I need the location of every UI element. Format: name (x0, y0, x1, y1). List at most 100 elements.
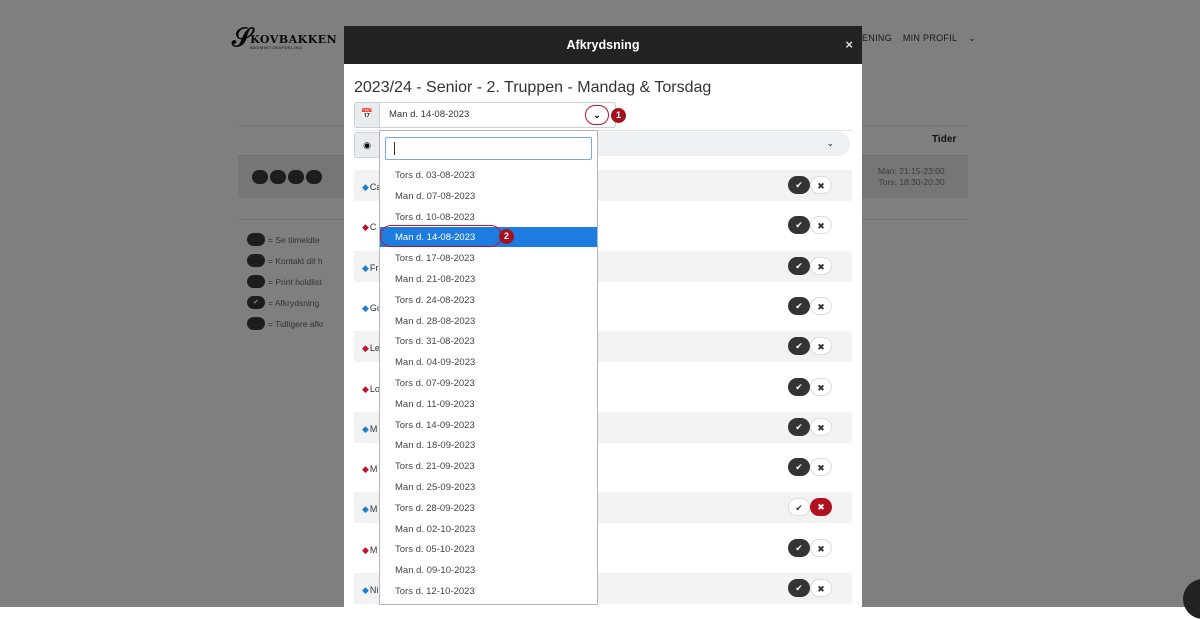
dropdown-option[interactable]: Man d. 28-08-2023 (380, 311, 597, 331)
attendance-toggle: ✔ ✖ (788, 579, 832, 597)
dropdown-option[interactable]: Tors d. 03-08-2023 (380, 165, 597, 185)
dropdown-option-label: Man d. 25-09-2023 (395, 482, 476, 493)
check-icon[interactable]: ✔ (788, 417, 810, 436)
close-icon[interactable]: × (845, 37, 853, 52)
dropdown-option-label: Man d. 04-09-2023 (395, 357, 476, 369)
dropdown-option[interactable]: Man d. 07-08-2023 (380, 186, 597, 206)
x-icon[interactable]: ✖ (810, 216, 832, 235)
check-icon[interactable]: ✔ (788, 256, 810, 275)
check-icon[interactable]: ✔ (788, 579, 810, 597)
dropdown-option[interactable]: Tors d. 07-09-2023 (380, 373, 597, 393)
check-icon[interactable]: ✔ (788, 498, 810, 517)
x-icon[interactable]: ✖ (810, 176, 832, 194)
dropdown-option[interactable]: Man d. 14-08-2023 2 (380, 225, 597, 248)
annotation-highlight (380, 225, 502, 248)
dropdown-option[interactable]: Tors d. 24-08-2023 (380, 290, 597, 310)
check-icon[interactable]: ✔ (788, 176, 810, 194)
dropdown-option[interactable]: Tors d. 21-09-2023 (380, 456, 597, 476)
participant-name-text: Fr (369, 262, 379, 273)
dropdown-option[interactable]: Man d. 02-10-2023 (380, 519, 597, 539)
dropdown-option-label: Tors d. 03-08-2023 (395, 170, 475, 181)
attendance-toggle: ✔ ✖ (788, 498, 832, 517)
dropdown-option-label: Man d. 02-10-2023 (395, 523, 476, 535)
dropdown-option[interactable]: Tors d. 31-08-2023 (380, 331, 597, 351)
participant-name-text: M (369, 464, 378, 475)
participant-name: ◆C (362, 222, 376, 233)
check-icon[interactable]: ✔ (788, 538, 810, 557)
dropdown-option-label: Tors d. 21-09-2023 (395, 461, 475, 473)
female-icon: ◆ (362, 544, 369, 555)
dropdown-option[interactable]: Man d. 09-10-2023 (380, 560, 597, 580)
dropdown-option[interactable]: Tors d. 10-08-2023 (380, 207, 597, 227)
date-select-value: Man d. 14-08-2023 (389, 109, 470, 120)
dropdown-option[interactable]: Man d. 18-09-2023 (380, 435, 597, 455)
dropdown-option-label: Tors d. 17-08-2023 (395, 253, 475, 265)
participant-name-text: Ni (369, 585, 379, 595)
attendance-toggle: ✔ ✖ (788, 337, 832, 356)
team-heading: 2023/24 - Senior - 2. Truppen - Mandag &… (354, 79, 712, 96)
modal-header: Afkrydsning × (344, 26, 862, 64)
dropdown-option[interactable]: Man d. 11-09-2023 (380, 394, 597, 414)
chevron-down-icon[interactable]: ⌄ (585, 105, 609, 125)
dropdown-option-label: Tors d. 05-10-2023 (395, 544, 475, 556)
x-icon[interactable]: ✖ (810, 377, 832, 396)
dropdown-option[interactable]: Tors d. 17-08-2023 (380, 248, 597, 268)
dropdown-option[interactable]: Man d. 04-09-2023 (380, 352, 597, 372)
x-icon[interactable]: ✖ (810, 417, 832, 436)
dropdown-option[interactable]: Tors d. 28-09-2023 (380, 498, 597, 518)
dropdown-option[interactable]: Man d. 25-09-2023 (380, 477, 597, 497)
participant-name: ◆Lo (362, 384, 380, 395)
participant-name: ◆Fr (362, 263, 378, 274)
x-icon[interactable]: ✖ (810, 538, 832, 557)
user-circle-icon: ◉ (354, 132, 380, 158)
x-icon[interactable]: ✖ (810, 256, 832, 275)
attendance-toggle: ✔ ✖ (788, 458, 832, 477)
check-icon[interactable]: ✔ (788, 458, 810, 477)
dropdown-option[interactable]: Tors d. 12-10-2023 (380, 581, 597, 601)
participant-name-text: C (369, 222, 377, 233)
male-icon: ◆ (362, 262, 369, 273)
dropdown-option-label: Man d. 09-10-2023 (395, 565, 476, 577)
male-icon: ◆ (362, 585, 369, 595)
date-select[interactable]: 📅 Man d. 14-08-2023 ⌄ (354, 102, 616, 128)
check-icon[interactable]: ✔ (788, 296, 810, 315)
dropdown-option[interactable]: Tors d. 05-10-2023 (380, 539, 597, 559)
x-icon[interactable]: ✖ (810, 337, 832, 356)
date-dropdown: Tors d. 03-08-2023 Man d. 07-08-2023 Tors … (379, 130, 598, 605)
participant-name: ◆M (362, 545, 377, 556)
male-icon: ◆ (362, 182, 369, 192)
calendar-icon: 📅 (355, 103, 380, 127)
check-icon[interactable]: ✔ (788, 337, 810, 356)
attendance-toggle: ✔ ✖ (788, 256, 832, 275)
participant-name: ◆M (362, 504, 377, 515)
dropdown-option[interactable]: Man d. 21-08-2023 (380, 269, 597, 289)
x-icon[interactable]: ✖ (810, 579, 832, 597)
dropdown-search-input[interactable] (385, 137, 592, 160)
participant-name-text: M (369, 504, 378, 515)
dropdown-option-label: Man d. 07-08-2023 (395, 190, 476, 202)
attendance-toggle: ✔ ✖ (788, 377, 832, 396)
participant-name: ◆Ni (362, 585, 378, 596)
attendance-toggle: ✔ ✖ (788, 538, 832, 557)
participant-name-text: M (369, 423, 378, 434)
female-icon: ◆ (362, 464, 369, 475)
dropdown-option-label: Man d. 28-08-2023 (395, 315, 476, 327)
attendance-toggle: ✔ ✖ (788, 296, 832, 315)
x-icon[interactable]: ✖ (810, 296, 832, 315)
female-icon: ◆ (362, 222, 369, 233)
female-icon: ◆ (362, 383, 369, 394)
participant-name: ◆M (362, 464, 377, 475)
dropdown-option-label: Tors d. 14-09-2023 (395, 419, 475, 431)
dropdown-option[interactable]: Tors d. 14-09-2023 (380, 415, 597, 435)
dropdown-option-label: Tors d. 12-10-2023 (395, 586, 475, 597)
check-icon[interactable]: ✔ (788, 377, 810, 396)
dropdown-option-label: Tors d. 31-08-2023 (395, 336, 475, 348)
x-icon[interactable]: ✖ (810, 498, 832, 517)
x-icon[interactable]: ✖ (810, 458, 832, 477)
dropdown-option-label: Man d. 11-09-2023 (395, 398, 475, 410)
chevron-down-icon[interactable]: ⌄ (826, 138, 834, 149)
dropdown-option-label: Tors d. 24-08-2023 (395, 294, 475, 306)
dropdown-option-label: Tors d. 07-09-2023 (395, 378, 475, 389)
dropdown-option-label: Tors d. 28-09-2023 (395, 502, 475, 514)
check-icon[interactable]: ✔ (788, 216, 810, 235)
